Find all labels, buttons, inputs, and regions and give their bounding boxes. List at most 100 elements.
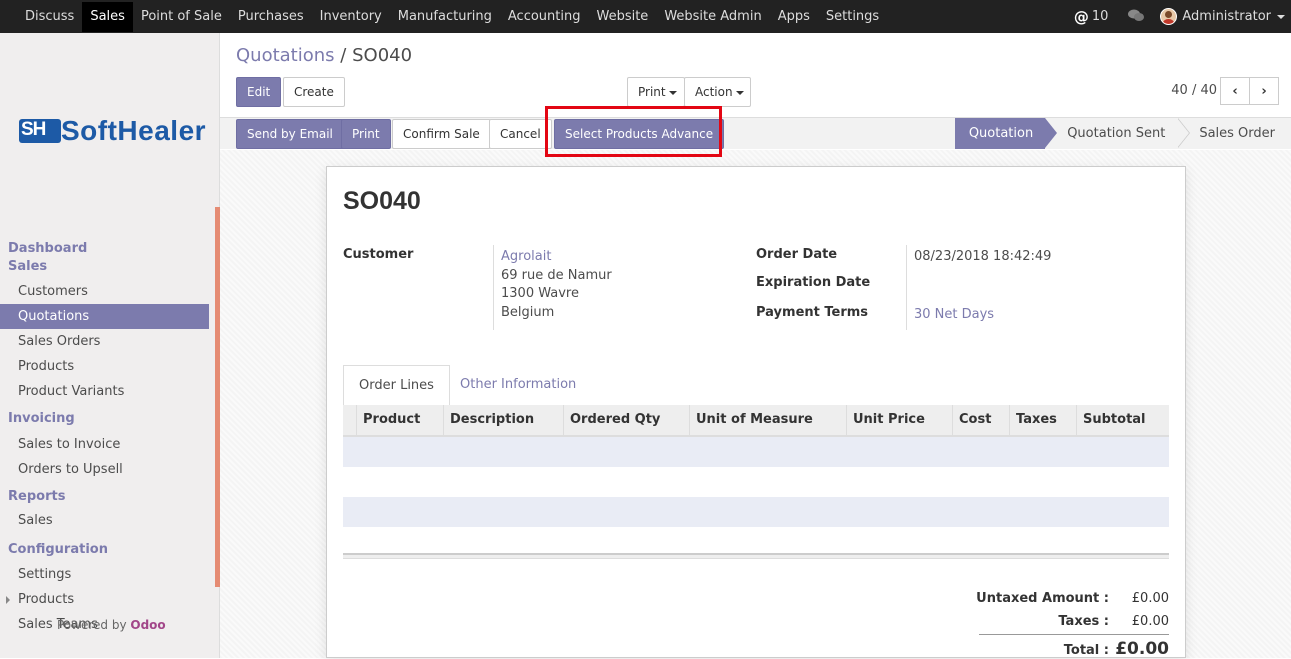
pager-value[interactable]: 40 / 40 bbox=[1171, 83, 1217, 98]
field-divider bbox=[906, 245, 907, 330]
highlight-annotation bbox=[545, 106, 722, 157]
taxes-value: £0.00 bbox=[1131, 614, 1169, 629]
mentions-count: 10 bbox=[1091, 9, 1109, 24]
table-footer bbox=[343, 553, 1169, 559]
menu-manufacturing[interactable]: Manufacturing bbox=[390, 2, 500, 32]
status-bar: Send by Email Print Confirm Sale Cancel … bbox=[220, 117, 1291, 149]
table-header: Product Description Ordered Qty Unit of … bbox=[343, 405, 1169, 437]
column-subtotal[interactable]: Subtotal bbox=[1076, 405, 1146, 435]
taxes-label: Taxes : bbox=[1058, 614, 1109, 629]
caret-right-icon bbox=[6, 596, 10, 604]
chevron-down-icon bbox=[668, 90, 677, 95]
sidebar-item-products[interactable]: Products bbox=[0, 354, 209, 379]
pager-next[interactable]: › bbox=[1249, 77, 1279, 105]
menu-inventory[interactable]: Inventory bbox=[312, 2, 390, 32]
sidebar-item-quotations[interactable]: Quotations bbox=[0, 304, 209, 329]
pager-previous[interactable]: ‹ bbox=[1220, 77, 1250, 105]
sidebar-item-sales-report[interactable]: Sales bbox=[0, 508, 209, 533]
logo-mark: SH bbox=[19, 117, 61, 145]
sidebar-item-customers[interactable]: Customers bbox=[0, 279, 209, 304]
mentions-button[interactable]: @ 10 bbox=[1074, 8, 1109, 26]
menu-apps[interactable]: Apps bbox=[770, 2, 818, 32]
control-panel: Quotations / SO040 Edit Create Print Act… bbox=[220, 33, 1291, 149]
stage-sales-order[interactable]: Sales Order bbox=[1177, 118, 1291, 149]
sidebar-item-config-products[interactable]: Products bbox=[0, 587, 209, 612]
breadcrumb-quotations[interactable]: Quotations bbox=[236, 45, 335, 66]
form-sheet: SO040 Customer Agrolait 69 rue de Namur … bbox=[326, 166, 1186, 659]
chevron-left-icon: ‹ bbox=[1232, 83, 1238, 99]
logo-text: SoftHealer bbox=[61, 115, 207, 146]
sidebar-item-product-variants[interactable]: Product Variants bbox=[0, 379, 209, 404]
sidebar-head-reports[interactable]: Reports bbox=[0, 488, 209, 506]
sidebar-head-dashboard[interactable]: Dashboard bbox=[0, 240, 209, 258]
avatar bbox=[1160, 8, 1178, 25]
powered-by: Powered by Odoo bbox=[57, 618, 166, 632]
company-logo: SH SoftHealer bbox=[19, 115, 206, 147]
column-description[interactable]: Description bbox=[443, 405, 534, 435]
menu-point-of-sale[interactable]: Point of Sale bbox=[133, 2, 230, 32]
sidebar-item-sales-to-invoice[interactable]: Sales to Invoice bbox=[0, 432, 209, 457]
column-ordered-qty[interactable]: Ordered Qty bbox=[563, 405, 660, 435]
tab-other-information[interactable]: Other Information bbox=[445, 365, 591, 406]
total-value: £0.00 bbox=[1115, 639, 1169, 659]
notebook-tabs: Order Lines Other Information bbox=[343, 365, 1169, 406]
print-dropdown[interactable]: Print bbox=[627, 77, 685, 107]
create-button[interactable]: Create bbox=[283, 77, 345, 107]
column-cost[interactable]: Cost bbox=[952, 405, 991, 435]
sidebar-head-invoicing[interactable]: Invoicing bbox=[0, 410, 209, 428]
systray: @ 10 Administrator bbox=[1074, 0, 1291, 33]
sidebar-head-sales[interactable]: Sales bbox=[0, 258, 209, 276]
top-navbar: Discuss Sales Point of Sale Purchases In… bbox=[0, 0, 1291, 33]
menu-purchases[interactable]: Purchases bbox=[230, 2, 312, 32]
odoo-link[interactable]: Odoo bbox=[130, 618, 165, 632]
breadcrumb-separator: / bbox=[340, 45, 347, 66]
column-taxes[interactable]: Taxes bbox=[1009, 405, 1057, 435]
sidebar-item-settings[interactable]: Settings bbox=[0, 562, 209, 587]
chevron-down-icon bbox=[1277, 14, 1285, 19]
column-product[interactable]: Product bbox=[356, 405, 420, 435]
customer-address-line-3: Belgium bbox=[501, 305, 555, 320]
menu-website[interactable]: Website bbox=[588, 2, 656, 32]
field-divider bbox=[493, 245, 494, 330]
menu-website-admin[interactable]: Website Admin bbox=[656, 2, 769, 32]
customer-address-line-2: 1300 Wavre bbox=[501, 286, 579, 301]
total-label: Total : bbox=[1063, 643, 1109, 658]
expiration-date-label: Expiration Date bbox=[756, 275, 871, 290]
action-dropdown[interactable]: Action bbox=[684, 77, 751, 107]
column-unit-of-measure[interactable]: Unit of Measure bbox=[689, 405, 813, 435]
table-row bbox=[343, 497, 1169, 527]
table-row bbox=[343, 437, 1169, 467]
menu-settings[interactable]: Settings bbox=[818, 2, 887, 32]
sidebar: SH SoftHealer Dashboard Sales Customers … bbox=[0, 33, 220, 658]
at-icon: @ bbox=[1073, 7, 1089, 26]
print-button[interactable]: Print bbox=[341, 119, 391, 149]
user-menu[interactable]: Administrator bbox=[1160, 8, 1285, 25]
tab-order-lines[interactable]: Order Lines bbox=[343, 365, 450, 406]
sidebar-item-sales-orders[interactable]: Sales Orders bbox=[0, 329, 209, 354]
stage-quotation[interactable]: Quotation bbox=[954, 118, 1058, 149]
untaxed-amount-label: Untaxed Amount : bbox=[976, 591, 1109, 606]
order-date-label: Order Date bbox=[756, 247, 838, 262]
menu-discuss[interactable]: Discuss bbox=[0, 2, 82, 32]
user-name: Administrator bbox=[1182, 9, 1271, 24]
order-lines-table: Product Description Ordered Qty Unit of … bbox=[343, 405, 1169, 557]
chevron-down-icon bbox=[735, 90, 744, 95]
customer-label: Customer bbox=[343, 247, 414, 262]
stage-quotation-sent[interactable]: Quotation Sent bbox=[1045, 118, 1191, 149]
column-unit-price[interactable]: Unit Price bbox=[846, 405, 925, 435]
confirm-sale-button[interactable]: Confirm Sale bbox=[392, 119, 491, 149]
send-by-email-button[interactable]: Send by Email bbox=[236, 119, 344, 149]
chat-icon[interactable] bbox=[1128, 9, 1145, 25]
sidebar-head-configuration[interactable]: Configuration bbox=[0, 541, 209, 559]
cancel-button[interactable]: Cancel bbox=[489, 119, 552, 149]
breadcrumb-current: SO040 bbox=[352, 45, 413, 66]
edit-button[interactable]: Edit bbox=[236, 77, 282, 107]
menu-accounting[interactable]: Accounting bbox=[500, 2, 589, 32]
order-title: SO040 bbox=[343, 187, 421, 215]
payment-terms-link[interactable]: 30 Net Days bbox=[914, 307, 994, 322]
total-divider bbox=[979, 634, 1169, 635]
customer-link[interactable]: Agrolait bbox=[501, 249, 551, 264]
breadcrumb: Quotations / SO040 bbox=[236, 45, 412, 66]
menu-sales[interactable]: Sales bbox=[82, 2, 133, 32]
sidebar-item-orders-to-upsell[interactable]: Orders to Upsell bbox=[0, 457, 209, 482]
